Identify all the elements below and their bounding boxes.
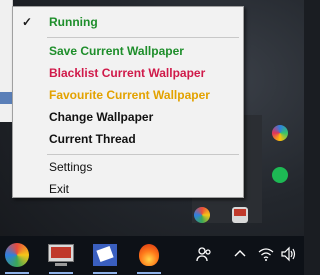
wifi-icon[interactable] <box>258 246 274 266</box>
menu-item-save-wallpaper[interactable]: Save Current Wallpaper <box>13 41 243 61</box>
menu-item-favourite-wallpaper[interactable]: Favourite Current Wallpaper <box>13 85 243 105</box>
menu-item-blacklist-wallpaper[interactable]: Blacklist Current Wallpaper <box>13 63 243 83</box>
menu-item-running[interactable]: ✓ Running <box>13 12 243 32</box>
menu-separator <box>47 154 239 155</box>
volume-icon[interactable] <box>280 246 298 266</box>
menu-item-label: Favourite Current Wallpaper <box>49 88 210 102</box>
menu-item-exit[interactable]: Exit <box>13 179 243 199</box>
menu-item-label: Settings <box>49 160 93 174</box>
menu-item-current-thread[interactable]: Current Thread <box>13 129 243 149</box>
people-icon[interactable] <box>196 246 212 266</box>
monitor-tray-icon[interactable] <box>232 207 248 223</box>
app-fire-icon[interactable] <box>134 242 164 274</box>
menu-item-change-wallpaper[interactable]: Change Wallpaper <box>13 107 243 127</box>
menu-item-label: Exit <box>49 182 70 196</box>
menu-item-label: Save Current Wallpaper <box>49 44 184 58</box>
menu-item-label: Blacklist Current Wallpaper <box>49 66 206 80</box>
app-paint-icon[interactable] <box>90 242 120 274</box>
menu-item-label: Running <box>49 15 98 29</box>
save-icon <box>0 92 12 104</box>
menu-separator <box>47 37 239 38</box>
menu-item-label: Current Thread <box>49 132 136 146</box>
chevron-up-icon[interactable] <box>234 246 246 266</box>
wallpaper-app-tray-icon[interactable] <box>194 207 210 223</box>
app-flower-icon[interactable] <box>2 242 32 274</box>
green-leaf-icon[interactable] <box>272 167 288 183</box>
context-menu: ✓ Running Save Current Wallpaper Blackli… <box>12 6 244 198</box>
app-monitor-icon[interactable] <box>46 242 76 274</box>
menu-item-settings[interactable]: Settings <box>13 157 243 177</box>
edge-dev-icon[interactable] <box>272 125 288 141</box>
taskbar <box>0 236 304 275</box>
checkmark-icon: ✓ <box>21 15 33 29</box>
menu-item-label: Change Wallpaper <box>49 110 154 124</box>
